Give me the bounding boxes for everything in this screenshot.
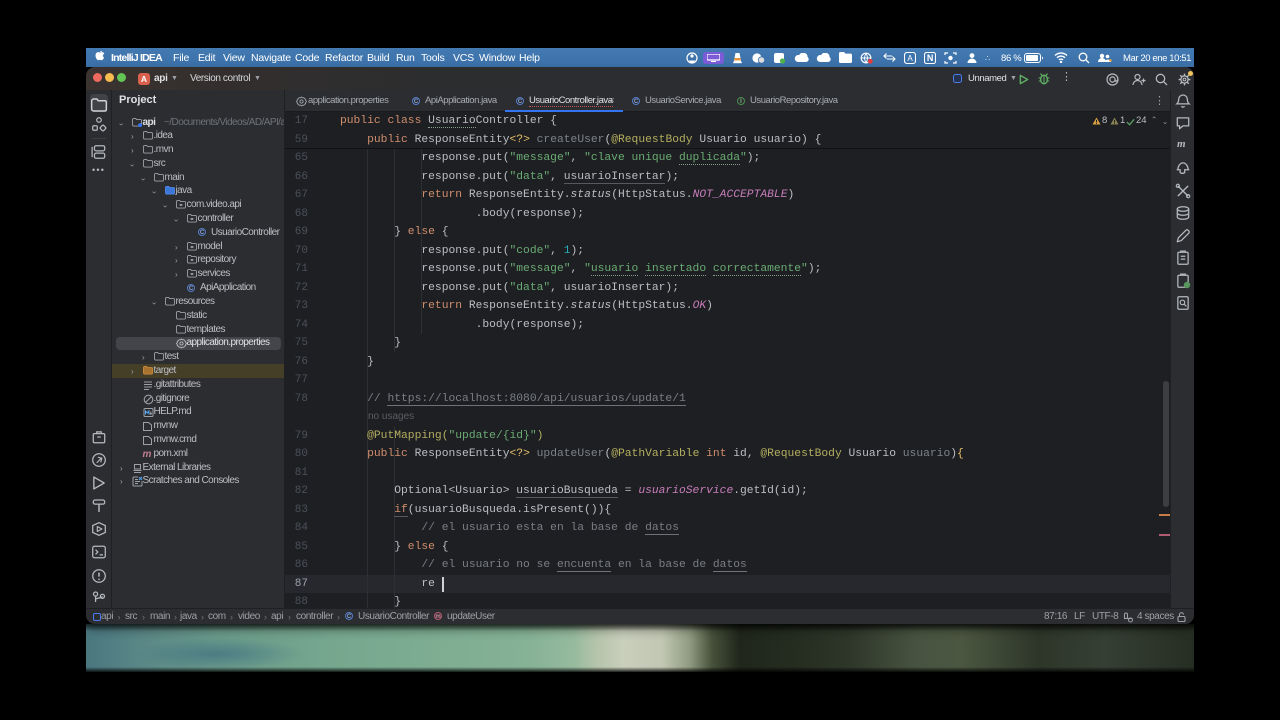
svg-text:A: A [907,54,913,63]
svg-text:N: N [927,53,933,63]
